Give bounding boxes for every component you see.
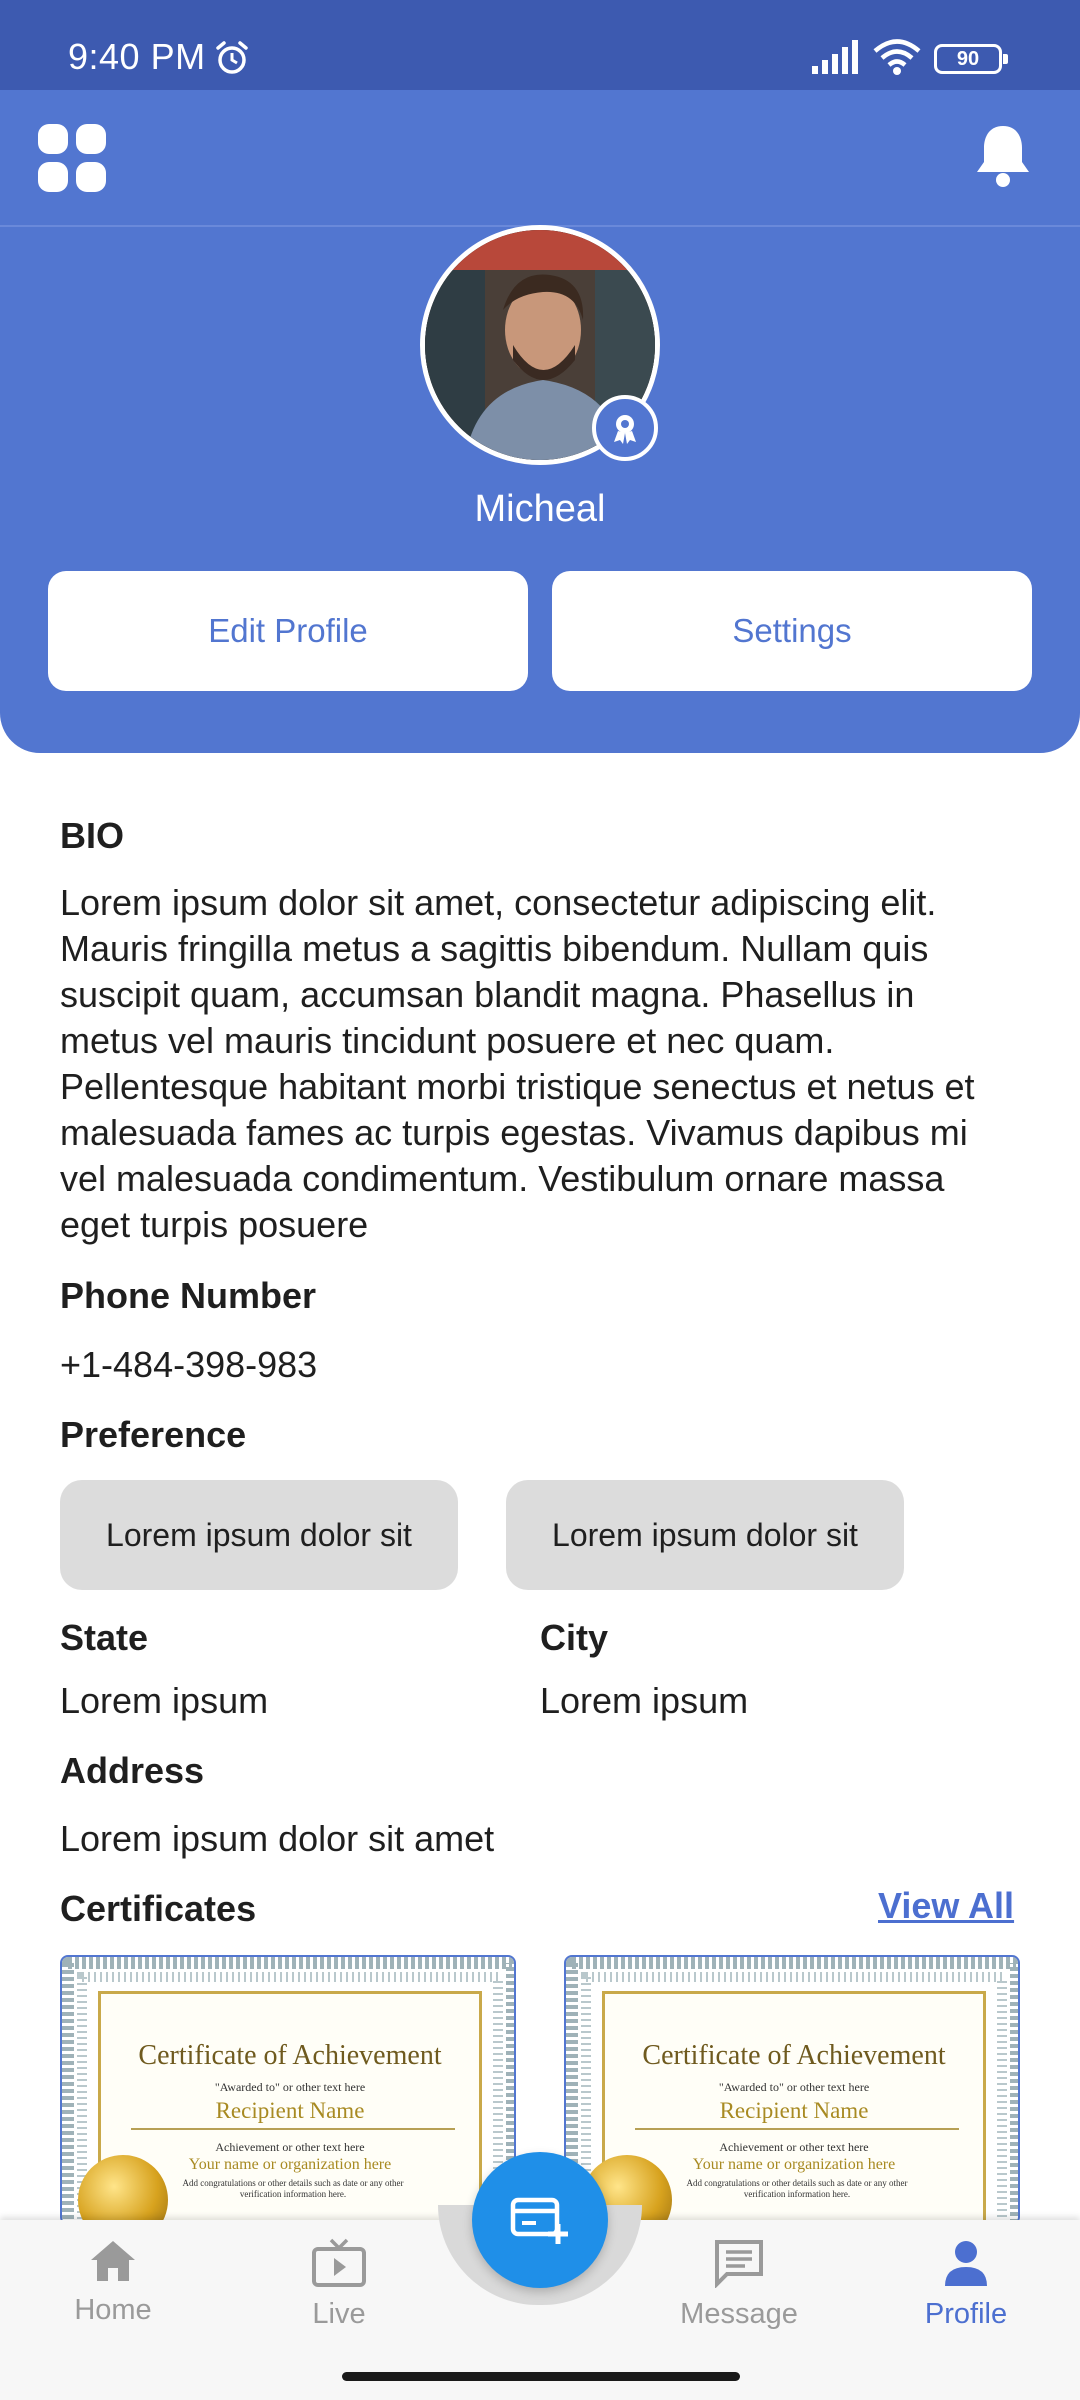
phone-heading: Phone Number [60,1275,317,1316]
nav-profile-label: Profile [924,2298,1008,2330]
alarm-icon [216,41,248,74]
avatar-container[interactable] [420,225,660,465]
profile-header: Micheal Edit Profile Settings [0,90,1080,753]
bio-text: Lorem ipsum dolor sit amet, consectetur … [60,882,975,1245]
certificate-card[interactable]: Certificate of Achievement "Awarded to" … [564,1955,1020,2225]
certificate-recipient: Recipient Name [215,2098,365,2123]
bio-heading: BIO [60,815,125,856]
view-all-link[interactable]: View All [878,1885,1014,1927]
address-heading: Address [60,1750,205,1791]
profile-name: Micheal [474,488,606,530]
certificate-achievement: Achievement or other text here [719,2140,869,2154]
phone-value: +1-484-398-983 [60,1344,318,1385]
verified-badge-icon [592,395,658,461]
certificate-divider [635,2128,959,2130]
preference-chip[interactable]: Lorem ipsum dolor sit [506,1480,904,1590]
home-icon [91,2241,135,2281]
nav-profile[interactable]: Profile [886,2238,1046,2331]
certificate-achievement: Achievement or other text here [215,2140,365,2154]
battery-level: 90 [956,47,980,70]
certificates-heading: Certificates [60,1888,257,1929]
certificate-title: Certificate of Achievement [138,2040,442,2071]
live-tv-icon [312,2238,366,2287]
nav-message[interactable]: Message [659,2238,819,2331]
nav-live-label: Live [312,2298,366,2330]
wifi-icon [873,39,921,75]
nav-home[interactable]: Home [33,2238,193,2327]
battery-icon: 90 [934,44,1008,74]
home-indicator [342,2372,740,2381]
signal-icon [812,40,858,74]
state-heading: State [60,1617,149,1658]
add-card-fab-button[interactable] [472,2152,608,2288]
certificate-recipient: Recipient Name [719,2098,869,2123]
certificate-title: Certificate of Achievement [642,2040,946,2071]
certificate-card[interactable]: Certificate of Achievement "Awarded to" … [60,1955,516,2225]
state-value: Lorem ipsum [60,1680,269,1721]
nav-home-label: Home [74,2294,152,2326]
certificate-details: Add congratulations or other details suc… [686,2178,908,2199]
profile-person-icon [945,2241,987,2286]
status-time: 9:40 PM [68,36,206,77]
settings-button[interactable]: Settings [552,571,1032,691]
add-card-icon [510,2197,568,2244]
nav-message-label: Message [680,2298,798,2330]
nav-live[interactable]: Live [259,2238,419,2331]
preference-heading: Preference [60,1414,247,1455]
preference-chip[interactable]: Lorem ipsum dolor sit [60,1480,458,1590]
edit-profile-button[interactable]: Edit Profile [48,571,528,691]
grid-menu-icon[interactable] [36,122,108,194]
certificate-details: Add congratulations or other details suc… [182,2178,404,2199]
status-bar: 9:40 PM 90 [0,0,1080,90]
message-icon [715,2240,763,2288]
certificate-awarded-text: "Awarded to" or other text here [718,2080,870,2094]
city-value: Lorem ipsum [540,1680,749,1721]
city-heading: City [540,1617,609,1658]
notification-bell-icon[interactable] [972,122,1034,188]
certificate-awarded-text: "Awarded to" or other text here [214,2080,366,2094]
certificate-divider [131,2128,455,2130]
address-value: Lorem ipsum dolor sit amet [60,1818,495,1859]
